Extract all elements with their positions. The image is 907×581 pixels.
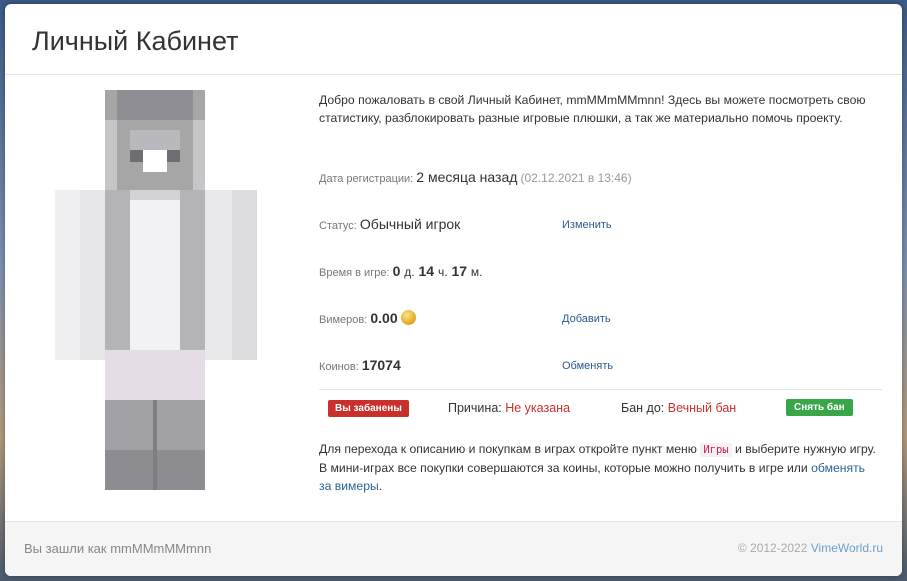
logged-in-as: Вы зашли как mmMMmMMmnn	[24, 541, 212, 556]
page-header: Личный Кабинет	[5, 4, 902, 75]
playtime-days: 0	[392, 263, 401, 279]
page-title: Личный Кабинет	[32, 26, 239, 56]
unban-button[interactable]: Снять бан	[786, 399, 853, 416]
banned-badge: Вы забанены	[328, 400, 409, 417]
cabinet-panel: Личный Кабинет Добро пожаловать в свой Л…	[5, 4, 902, 576]
status-value: Обычный игрок	[359, 216, 461, 232]
welcome-text: Добро пожаловать в свой Личный Кабинет, …	[319, 93, 866, 125]
ban-reason-value: Не указана	[505, 401, 571, 415]
coin-icon	[400, 310, 416, 325]
divider	[319, 389, 882, 390]
account-info: Добро пожаловать в свой Личный Кабинет, …	[319, 91, 884, 493]
ban-until-value: Вечный бан	[667, 401, 737, 415]
registration-row: Дата регистрации: 2 месяца назад (02.12.…	[319, 164, 884, 188]
ban-reason: Причина: Не указана	[448, 401, 571, 415]
vimers-value: 0.00	[370, 310, 398, 326]
coins-row: Коинов: 17074 Обменять	[319, 352, 884, 376]
games-menu-item: Игры	[700, 443, 732, 457]
ban-row: Вы забанены Причина: Не указана Бан до: …	[319, 397, 882, 421]
change-status-link[interactable]: Изменить	[562, 219, 612, 231]
playtime-minutes: 17	[451, 263, 468, 279]
registration-label: Дата регистрации: 2 месяца назад (02.12.…	[319, 169, 632, 185]
playtime-label: Время в игре: 0 д. 14 ч. 17 м.	[319, 263, 483, 279]
add-vimers-link[interactable]: Добавить	[562, 313, 611, 325]
coins-label: Коинов: 17074	[319, 357, 401, 373]
copyright: © 2012-2022 VimeWorld.ru	[737, 541, 883, 555]
vimers-row: Вимеров: 0.00 Добавить	[319, 305, 884, 329]
page-footer: Вы зашли как mmMMmMMmnn © 2012-2022 Vime…	[5, 521, 902, 576]
playtime-row: Время в игре: 0 д. 14 ч. 17 м.	[319, 258, 884, 282]
registration-value: 2 месяца назад	[416, 169, 518, 185]
playtime-hours: 14	[418, 263, 435, 279]
exchange-coins-link[interactable]: Обменять	[562, 360, 613, 372]
coins-value: 17074	[361, 357, 401, 373]
games-hint-text: Для перехода к описанию и покупкам в игр…	[319, 442, 876, 493]
cabinet-body: Добро пожаловать в свой Личный Кабинет, …	[5, 75, 902, 521]
player-skin-image	[55, 90, 257, 490]
ban-until: Бан до: Вечный бан	[621, 401, 737, 415]
status-label: Статус: Обычный игрок	[319, 216, 461, 232]
status-row: Статус: Обычный игрок Изменить	[319, 211, 884, 235]
registration-date: (02.12.2021 в 13:46)	[520, 171, 632, 185]
site-link[interactable]: VimeWorld.ru	[811, 541, 883, 555]
vimers-label: Вимеров: 0.00	[319, 310, 416, 326]
